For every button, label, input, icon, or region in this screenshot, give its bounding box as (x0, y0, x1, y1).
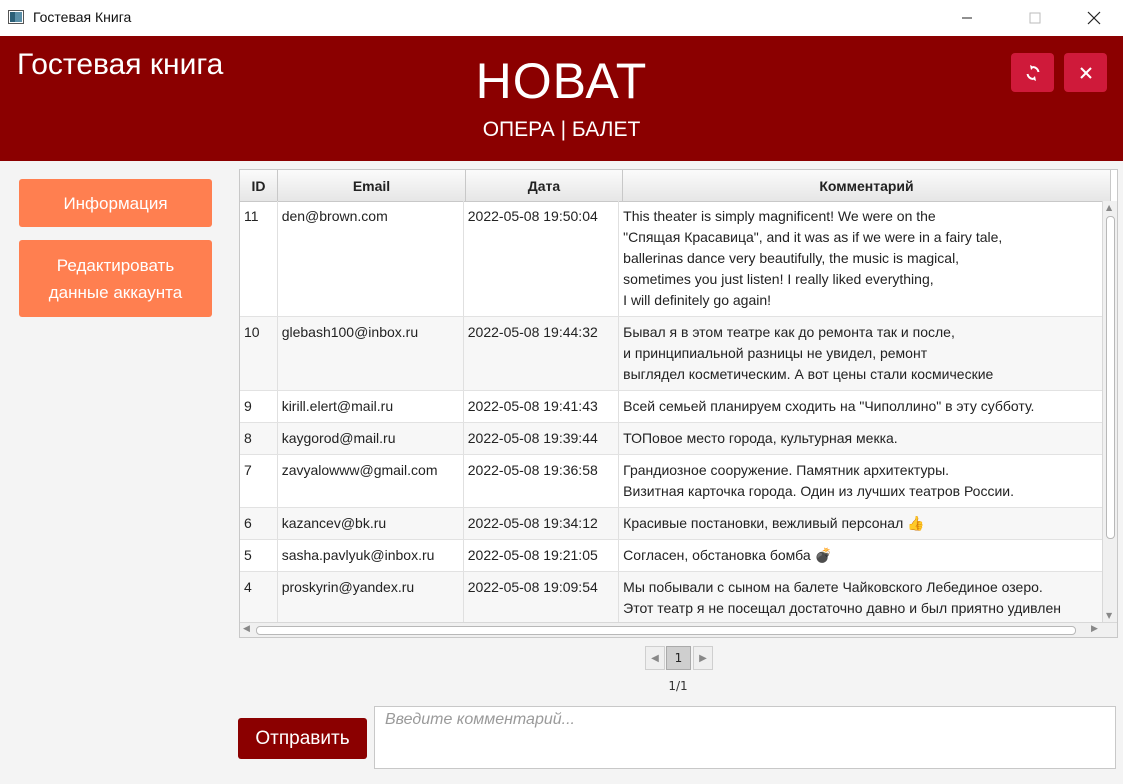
cell-email: sasha.pavlyuk@inbox.ru (278, 540, 464, 571)
table-row[interactable]: 7 zavyalowww@gmail.com 2022-05-08 19:36:… (240, 455, 1102, 508)
minimize-button[interactable] (944, 0, 990, 36)
cell-id: 10 (240, 317, 278, 390)
cell-comment: Мы побывали с сыном на балете Чайковског… (623, 579, 1061, 622)
cell-comment: This theater is simply magnificent! We w… (623, 208, 1003, 308)
cell-id: 5 (240, 540, 278, 571)
brand-title: НОВАТ (475, 53, 648, 109)
window-titlebar: Гостевая Книга (0, 0, 1123, 36)
cell-date: 2022-05-08 19:50:04 (464, 201, 620, 316)
close-icon (1079, 66, 1092, 79)
cell-date: 2022-05-08 19:44:32 (464, 317, 620, 390)
column-header-comment[interactable]: Комментарий (623, 170, 1111, 201)
cell-date: 2022-05-08 19:21:05 (464, 540, 620, 571)
cell-email: kirill.elert@mail.ru (278, 391, 464, 422)
maximize-button[interactable] (1012, 0, 1058, 36)
cell-email: zavyalowww@gmail.com (278, 455, 464, 507)
window-close-button[interactable] (1071, 0, 1117, 36)
edit-account-label-line2: данные аккаунта (48, 282, 183, 302)
refresh-icon (1026, 64, 1039, 81)
cell-comment: Красивые постановки, вежливый персонал 👍 (623, 515, 925, 531)
edit-account-label-line1: Редактировать (56, 255, 175, 275)
cell-id: 6 (240, 508, 278, 539)
column-header-date[interactable]: Дата (466, 170, 623, 201)
table-row[interactable]: 6 kazancev@bk.ru 2022-05-08 19:34:12 Кра… (240, 508, 1102, 540)
cell-id: 11 (240, 201, 278, 316)
app-header: Гостевая книга НОВАТ ОПЕРА | БАЛЕТ (0, 36, 1123, 161)
scroll-up-icon[interactable]: ▲ (1106, 203, 1112, 212)
table-row[interactable]: 8 kaygorod@mail.ru 2022-05-08 19:39:44 Т… (240, 423, 1102, 455)
next-page-button[interactable]: ▶ (693, 646, 713, 670)
vertical-scrollbar[interactable]: ▲ ▼ (1102, 201, 1117, 622)
cell-id: 8 (240, 423, 278, 454)
cell-email: kaygorod@mail.ru (278, 423, 464, 454)
vertical-scroll-thumb[interactable] (1106, 216, 1115, 539)
cell-comment: Всей семьей планируем сходить на "Чиполл… (623, 398, 1035, 414)
cell-comment: Бывал я в этом театре как до ремонта так… (623, 324, 994, 382)
cell-date: 2022-05-08 19:36:58 (464, 455, 620, 507)
scroll-left-icon[interactable]: ◀ (243, 624, 250, 634)
scroll-down-icon[interactable]: ▼ (1106, 611, 1112, 620)
info-button-label: Информация (63, 193, 168, 213)
horizontal-scrollbar[interactable]: ◀ ▶ (240, 622, 1117, 637)
cell-comment: Грандиозное сооружение. Памятник архитек… (623, 462, 1014, 499)
cell-email: proskyrin@yandex.ru (278, 572, 464, 622)
cell-email: den@brown.com (278, 201, 464, 316)
info-button[interactable]: Информация (19, 179, 212, 227)
cell-comment: Согласен, обстановка бомба 💣 (623, 547, 832, 563)
comment-input[interactable] (374, 706, 1116, 769)
window-title: Гостевая Книга (33, 9, 132, 25)
close-app-button[interactable] (1064, 53, 1107, 92)
cell-email: kazancev@bk.ru (278, 508, 464, 539)
send-button[interactable]: Отправить (238, 718, 367, 759)
column-header-email[interactable]: Email (278, 170, 466, 201)
table-row[interactable]: 9 kirill.elert@mail.ru 2022-05-08 19:41:… (240, 391, 1102, 423)
table-row[interactable]: 11 den@brown.com 2022-05-08 19:50:04 Thi… (240, 201, 1102, 317)
cell-date: 2022-05-08 19:09:54 (464, 572, 620, 622)
chevron-right-icon: ▶ (699, 652, 707, 664)
brand-subtitle: ОПЕРА | БАЛЕТ (482, 118, 641, 141)
minimize-icon (962, 17, 972, 19)
comments-table: ID Email Дата Комментарий 11 den@brown.c… (239, 169, 1118, 638)
prev-page-button[interactable]: ◀ (645, 646, 665, 670)
close-icon (1087, 11, 1101, 25)
cell-date: 2022-05-08 19:41:43 (464, 391, 620, 422)
cell-id: 7 (240, 455, 278, 507)
maximize-icon (1029, 12, 1041, 24)
app-window-icon (8, 10, 24, 24)
cell-date: 2022-05-08 19:34:12 (464, 508, 620, 539)
chevron-left-icon: ◀ (651, 652, 659, 664)
scroll-right-icon[interactable]: ▶ (1091, 624, 1098, 634)
table-row[interactable]: 4 proskyrin@yandex.ru 2022-05-08 19:09:5… (240, 572, 1102, 622)
column-header-id[interactable]: ID (240, 170, 278, 201)
cell-comment: ТОПовое место города, культурная мекка. (623, 430, 898, 446)
page-button-1[interactable]: 1 (666, 646, 691, 670)
cell-email: glebash100@inbox.ru (278, 317, 464, 390)
horizontal-scroll-thumb[interactable] (256, 626, 1076, 635)
edit-account-button[interactable]: Редактировать данные аккаунта (19, 240, 212, 317)
cell-date: 2022-05-08 19:39:44 (464, 423, 620, 454)
refresh-button[interactable] (1011, 53, 1054, 92)
table-row[interactable]: 5 sasha.pavlyuk@inbox.ru 2022-05-08 19:2… (240, 540, 1102, 572)
page-info: 1/1 (668, 679, 688, 693)
table-header: ID Email Дата Комментарий (240, 170, 1111, 202)
table-row[interactable]: 10 glebash100@inbox.ru 2022-05-08 19:44:… (240, 317, 1102, 391)
table-body: 11 den@brown.com 2022-05-08 19:50:04 Thi… (240, 201, 1102, 622)
cell-id: 4 (240, 572, 278, 622)
cell-id: 9 (240, 391, 278, 422)
